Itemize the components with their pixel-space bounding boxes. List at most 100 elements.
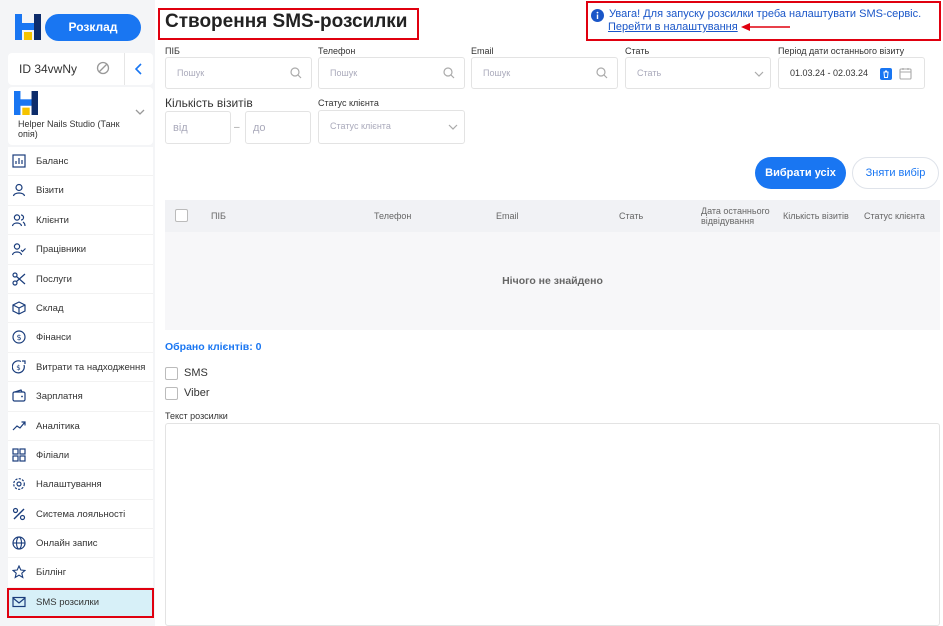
select-all-checkbox[interactable] (175, 209, 188, 222)
sidebar-item-label: Онлайн запис (36, 538, 98, 550)
sidebar-item-expenses[interactable]: $ Витрати та надходження (8, 352, 153, 383)
user-check-icon (12, 243, 26, 256)
scissors-icon (12, 271, 26, 286)
sync-icon[interactable] (96, 61, 110, 75)
sidebar-item-label: Послуги (36, 273, 72, 285)
sidebar-item-label: Філіали (36, 449, 70, 461)
arrow-left-icon (741, 23, 790, 31)
sidebar-item-label: Клієнти (36, 214, 69, 226)
bar-chart-icon (12, 154, 26, 168)
viber-checkbox[interactable] (165, 387, 178, 400)
select-all-button[interactable]: Вибрати усіх (755, 157, 846, 189)
sidebar-item-warehouse[interactable]: Склад (8, 293, 153, 324)
svg-text:$: $ (16, 364, 20, 372)
calendar-icon[interactable] (899, 67, 912, 80)
percent-icon (12, 507, 26, 520)
sidebar-item-online-booking[interactable]: Онлайн запис (8, 529, 153, 559)
star-icon (12, 565, 26, 580)
settings-link[interactable]: Перейти в налаштування (608, 21, 738, 33)
warning-message: Увага! Для запуску розсилки треба налашт… (609, 8, 922, 20)
visits-filter-label: Кількість візитів (165, 96, 253, 110)
chevron-down-icon (754, 71, 764, 77)
column-header[interactable]: Статус клієнта (864, 211, 925, 221)
trend-icon (12, 420, 26, 430)
gear-icon (13, 478, 25, 491)
period-date-picker[interactable]: 01.03.24 - 02.03.24 (778, 57, 925, 89)
users-icon (12, 214, 26, 226)
message-text-label: Текст розсилки (165, 411, 228, 421)
sidebar-item-analytics[interactable]: Аналітика (8, 411, 153, 441)
sidebar-item-label: Склад (36, 302, 64, 314)
column-header[interactable]: Email (496, 211, 519, 221)
page-title: Створення SMS-розсилки (165, 11, 408, 32)
studio-name: Helper Nails Studio (Танк опія) (18, 119, 120, 139)
user-icon (12, 184, 26, 197)
grid-icon (12, 448, 26, 462)
sidebar-item-settings[interactable]: Налаштування (8, 470, 153, 500)
selected-count: Обрано клієнтів: 0 (165, 341, 262, 353)
visits-to-input[interactable]: до (245, 111, 311, 144)
clear-selection-button[interactable]: Зняти вибір (852, 157, 939, 189)
column-header[interactable]: Кількість візитів (783, 211, 849, 221)
sidebar-menu: Баланс Візити Клієнти Працівники Послуги… (8, 147, 153, 618)
table-body: Нічого не знайдено (165, 232, 940, 330)
chevron-left-icon (135, 63, 142, 75)
table-header: ПІБ Телефон Email Стать Дата останнього … (165, 200, 940, 232)
sidebar-item-loyalty[interactable]: Система лояльності (8, 499, 153, 530)
sidebar-item-label: Система лояльності (36, 508, 126, 520)
sidebar-item-services[interactable]: Послуги (8, 264, 153, 294)
sidebar-item-label: Аналітика (36, 420, 80, 432)
dollar-arrow-icon: $ (12, 360, 26, 374)
sidebar-item-visits[interactable]: Візити (8, 176, 153, 206)
sidebar-item-label: Витрати та надходження (36, 361, 146, 373)
column-header[interactable]: Телефон (374, 211, 411, 221)
sidebar-item-finance[interactable]: $ Фінанси (8, 323, 153, 353)
visits-from-input[interactable]: від (165, 111, 231, 144)
search-icon (290, 67, 302, 79)
gender-filter-label: Стать (625, 46, 650, 56)
viber-option-label[interactable]: Viber (184, 387, 209, 399)
sidebar-item-label: Зарплатня (36, 391, 83, 403)
status-filter-label: Статус клієнта (318, 98, 379, 108)
collapse-sidebar-button[interactable] (124, 53, 153, 85)
phone-search-input[interactable]: Пошук (318, 57, 465, 89)
account-id-row: ID 34vwNy (8, 53, 153, 85)
wallet-icon (12, 389, 26, 402)
search-icon (596, 67, 608, 79)
app-logo[interactable] (15, 14, 41, 40)
sidebar-item-label: Баланс (36, 156, 69, 167)
dollar-icon: $ (12, 330, 26, 344)
sidebar-item-balance[interactable]: Баланс (8, 147, 153, 177)
studio-selector[interactable]: Helper Nails Studio (Танк опія) (8, 87, 153, 145)
sms-checkbox[interactable] (165, 367, 178, 380)
sidebar-item-employees[interactable]: Працівники (8, 235, 153, 265)
column-header[interactable]: Дата останнього відвідування (701, 206, 776, 226)
sidebar-item-clients[interactable]: Клієнти (8, 205, 153, 236)
sidebar-item-label: Налаштування (36, 479, 102, 491)
schedule-button[interactable]: Розклад (45, 14, 141, 41)
account-id: ID 34vwNy (19, 62, 78, 76)
column-header[interactable]: ПІБ (211, 211, 226, 221)
sidebar-item-branches[interactable]: Філіали (8, 440, 153, 471)
sidebar-item-billing[interactable]: Біллінг (8, 558, 153, 588)
sms-option-label[interactable]: SMS (184, 367, 208, 379)
studio-logo (14, 91, 38, 115)
range-dash: – (234, 122, 240, 133)
name-search-input[interactable]: Пошук (165, 57, 312, 89)
empty-state: Нічого не знайдено (502, 275, 603, 287)
search-icon (443, 67, 455, 79)
message-textarea[interactable] (165, 423, 940, 626)
gender-select[interactable]: Стать (625, 57, 771, 89)
chevron-down-icon (135, 109, 145, 115)
column-header[interactable]: Стать (619, 211, 643, 221)
sidebar-item-label: Візити (36, 185, 64, 197)
sidebar-item-label: Біллінг (36, 567, 67, 579)
status-select[interactable]: Статус клієнта (318, 110, 465, 144)
email-search-input[interactable]: Пошук (471, 57, 618, 89)
email-filter-label: Email (471, 46, 494, 56)
globe-icon (12, 536, 26, 550)
sidebar-item-label: Працівники (36, 244, 87, 256)
trash-icon[interactable] (880, 68, 892, 80)
sidebar-item-salary[interactable]: Зарплатня (8, 382, 153, 412)
sidebar: Розклад ID 34vwNy Helper Nails Studio (Т… (0, 0, 155, 626)
